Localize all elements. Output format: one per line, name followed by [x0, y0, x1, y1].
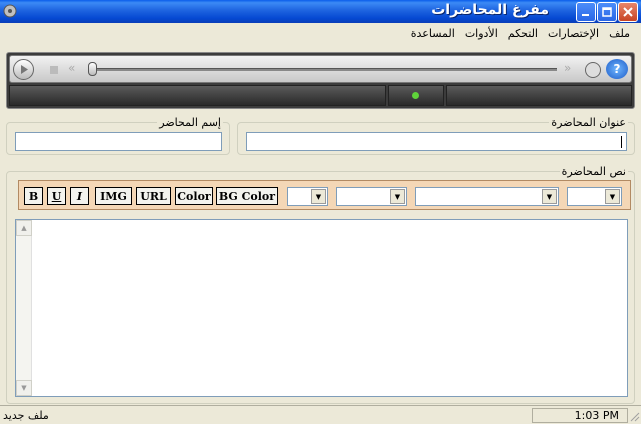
- maximize-icon: [602, 7, 612, 17]
- close-icon: [623, 7, 633, 17]
- menu-shortcuts[interactable]: الإختصارات: [543, 27, 604, 40]
- chevron-down-icon: ▼: [390, 189, 405, 204]
- text-caret: [621, 136, 622, 148]
- status-bar: ملف جديد 1:03 PM: [0, 405, 641, 424]
- minimize-icon: [582, 14, 589, 16]
- lecture-text-group: نص المحاضرة B U I IMG URL Color BG Color…: [6, 165, 635, 404]
- lecture-text-label: نص المحاضرة: [559, 165, 628, 178]
- player-controls: « » ?: [9, 55, 632, 83]
- scroll-down-icon[interactable]: ▼: [16, 380, 32, 396]
- player-logo-icon[interactable]: ?: [606, 59, 628, 79]
- chevron-down-icon: ▼: [542, 189, 557, 204]
- seek-track[interactable]: [93, 68, 557, 71]
- lecture-title-label: عنوان المحاضرة: [549, 116, 628, 129]
- insert-url-button[interactable]: URL: [136, 187, 171, 205]
- window-title: مفرغ المحاضرات: [431, 2, 549, 18]
- scroll-up-icon[interactable]: ▲: [16, 220, 32, 236]
- lecturer-group: إسم المحاضر: [6, 116, 230, 155]
- fast-forward-icon[interactable]: »: [564, 61, 571, 75]
- vertical-scrollbar[interactable]: ▲ ▼: [16, 220, 32, 396]
- menu-control[interactable]: التحكم: [503, 27, 543, 40]
- heading-select[interactable]: ▼: [567, 187, 622, 206]
- status-clock: 1:03 PM: [574, 409, 619, 422]
- media-player: « » ?: [6, 52, 635, 109]
- underline-button[interactable]: U: [47, 187, 66, 205]
- chevron-down-icon: ▼: [605, 189, 620, 204]
- lecture-title-group: عنوان المحاضرة: [237, 116, 635, 155]
- player-status-right: [446, 85, 632, 106]
- close-button[interactable]: [618, 2, 638, 22]
- minimize-button[interactable]: [576, 2, 596, 22]
- play-icon: [21, 65, 28, 74]
- volume-icon[interactable]: [585, 62, 601, 78]
- text-color-button[interactable]: Color: [175, 187, 213, 205]
- menu-help[interactable]: المساعدة: [406, 27, 460, 40]
- seek-thumb[interactable]: [88, 62, 97, 76]
- menu-tools[interactable]: الأدوات: [460, 27, 503, 40]
- font-size-select[interactable]: ▼: [287, 187, 328, 206]
- stop-icon[interactable]: [50, 66, 58, 74]
- italic-button[interactable]: I: [70, 187, 89, 205]
- app-icon: [3, 4, 17, 18]
- chevron-down-icon: ▼: [311, 189, 326, 204]
- play-button[interactable]: [13, 59, 34, 80]
- app-window: مفرغ المحاضرات ملف الإختصارات التحكم الأ…: [0, 0, 641, 424]
- lecture-text-editor[interactable]: ▲ ▼: [15, 219, 628, 397]
- bold-button[interactable]: B: [24, 187, 43, 205]
- lecturer-label: إسم المحاضر: [157, 116, 223, 129]
- font-style-select[interactable]: ▼: [336, 187, 407, 206]
- lecture-title-input[interactable]: [246, 132, 627, 151]
- lecturer-name-input[interactable]: [15, 132, 222, 151]
- title-bar[interactable]: مفرغ المحاضرات: [0, 0, 641, 23]
- formatting-toolbar: B U I IMG URL Color BG Color ▼ ▼ ▼ ▼: [18, 180, 631, 210]
- player-status-left: [9, 85, 386, 106]
- player-status-strip: [9, 85, 632, 106]
- maximize-button[interactable]: [597, 2, 617, 22]
- menu-file[interactable]: ملف: [604, 27, 635, 40]
- font-family-select[interactable]: ▼: [415, 187, 559, 206]
- insert-image-button[interactable]: IMG: [95, 187, 132, 205]
- status-led-icon: [412, 92, 419, 99]
- menu-bar: ملف الإختصارات التحكم الأدوات المساعدة: [0, 23, 641, 43]
- status-message: ملف جديد: [3, 409, 49, 422]
- rewind-icon[interactable]: «: [68, 61, 75, 75]
- resize-grip-icon[interactable]: [628, 410, 640, 422]
- clock-panel: 1:03 PM: [532, 408, 628, 423]
- bg-color-button[interactable]: BG Color: [216, 187, 278, 205]
